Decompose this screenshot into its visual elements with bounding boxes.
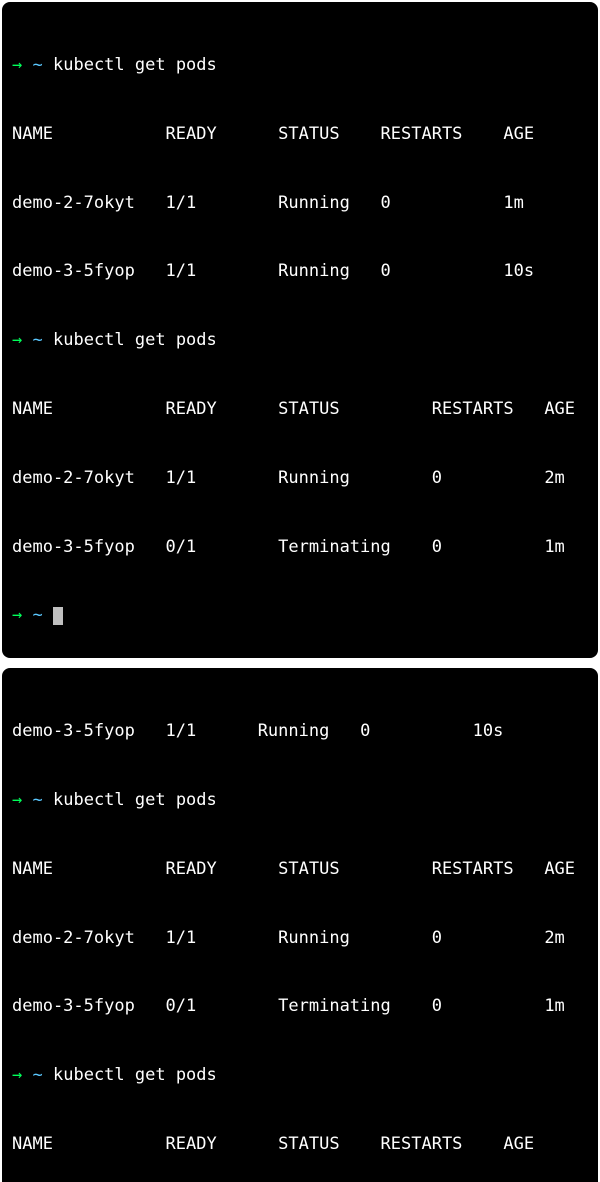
- command-text: kubectl get pods: [53, 55, 217, 75]
- tilde-icon: ~: [33, 790, 43, 810]
- table-header: NAME READY STATUS RESTARTS AGE: [12, 1133, 588, 1156]
- panel-gap: [0, 660, 600, 666]
- prompt-line[interactable]: → ~ kubectl get pods: [12, 54, 588, 77]
- table-row: demo-2-7okyt 1/1 Running 0 1m: [12, 192, 588, 215]
- prompt-line[interactable]: → ~: [12, 604, 588, 627]
- table-header: NAME READY STATUS RESTARTS AGE: [12, 123, 588, 146]
- arrow-icon: →: [12, 1065, 22, 1085]
- col-age: AGE: [503, 124, 534, 144]
- tilde-icon: ~: [33, 55, 43, 75]
- col-status: STATUS: [278, 124, 339, 144]
- command-text: kubectl get pods: [53, 790, 217, 810]
- prompt-line[interactable]: → ~ kubectl get pods: [12, 329, 588, 352]
- command-text: kubectl get pods: [53, 1065, 217, 1085]
- prompt-line[interactable]: → ~ kubectl get pods: [12, 1064, 588, 1087]
- col-ready: READY: [166, 124, 217, 144]
- prompt-line[interactable]: → ~ kubectl get pods: [12, 789, 588, 812]
- tilde-icon: ~: [33, 605, 43, 625]
- arrow-icon: →: [12, 330, 22, 350]
- col-name: NAME: [12, 124, 53, 144]
- table-row: demo-2-7okyt 1/1 Running 0 2m: [12, 927, 588, 950]
- tilde-icon: ~: [33, 1065, 43, 1085]
- table-header: NAME READY STATUS RESTARTS AGE: [12, 398, 588, 421]
- table-row: demo-2-7okyt 1/1 Running 0 2m: [12, 467, 588, 490]
- table-row: demo-3-5fyop 0/1 Terminating 0 1m: [12, 536, 588, 559]
- arrow-icon: →: [12, 55, 22, 75]
- terminal-panel-top[interactable]: → ~ kubectl get pods NAME READY STATUS R…: [2, 2, 598, 658]
- table-row: demo-3-5fyop 1/1 Running 0 10s: [12, 720, 588, 743]
- table-header: NAME READY STATUS RESTARTS AGE: [12, 858, 588, 881]
- terminal-panel-bottom[interactable]: demo-3-5fyop 1/1 Running 0 10s → ~ kubec…: [2, 668, 598, 1182]
- col-restarts: RESTARTS: [381, 124, 463, 144]
- arrow-icon: →: [12, 790, 22, 810]
- cursor-icon: [53, 607, 63, 626]
- arrow-icon: →: [12, 605, 22, 625]
- table-row: demo-3-5fyop 0/1 Terminating 0 1m: [12, 995, 588, 1018]
- tilde-icon: ~: [33, 330, 43, 350]
- command-text: kubectl get pods: [53, 330, 217, 350]
- table-row: demo-3-5fyop 1/1 Running 0 10s: [12, 260, 588, 283]
